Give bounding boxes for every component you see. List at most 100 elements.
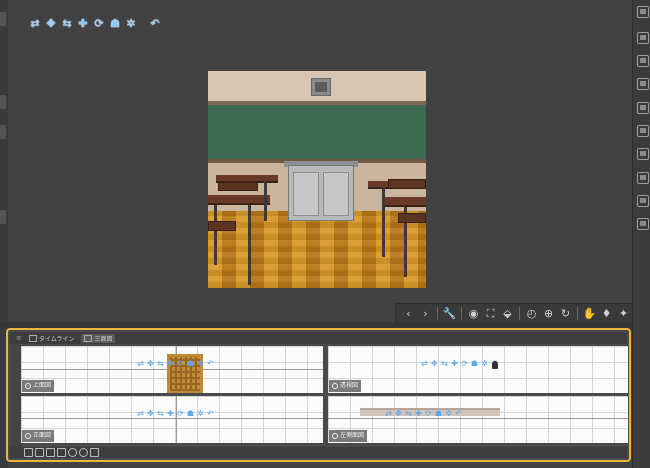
slide-icon[interactable]: ⇆	[156, 409, 165, 419]
bulb-icon[interactable]: ♦	[598, 305, 615, 322]
pose-icon[interactable]: ☗	[186, 409, 195, 419]
settings-icon[interactable]: ✲	[196, 359, 205, 369]
prev-icon[interactable]: ‹	[400, 305, 417, 322]
undo-icon[interactable]: ↶	[148, 17, 162, 31]
palette-side-strip	[10, 344, 21, 447]
palette-bottom-bar	[10, 447, 627, 458]
desk-right	[384, 197, 426, 207]
command-icon[interactable]	[637, 125, 649, 137]
move-camera-icon[interactable]: ⇄	[384, 409, 393, 419]
palette-menu-icon[interactable]: ≡	[16, 334, 22, 342]
scale-icon[interactable]: ⟳	[460, 359, 469, 369]
hand-icon[interactable]: ✋	[581, 305, 598, 322]
move-camera-icon[interactable]: ⇄	[136, 409, 145, 419]
tab-timeline[interactable]: タイムライン	[26, 334, 78, 343]
pane-perspective-view[interactable]: ⇄✥⇆✚⟳☗✲↶ 透視図	[328, 346, 628, 393]
pane-object-toolbar: ⇄✥⇆✚⟳☗✲↶	[136, 359, 215, 369]
command-icon[interactable]	[637, 148, 649, 160]
settings-icon[interactable]: ✲	[480, 359, 489, 369]
pan-icon[interactable]: ✥	[394, 409, 403, 419]
desk-leg	[248, 205, 251, 285]
camera-toggle-icon[interactable]	[25, 383, 31, 389]
pose-icon[interactable]: ☗	[470, 359, 479, 369]
pose-icon[interactable]: ☗	[434, 409, 443, 419]
axis-line	[328, 418, 628, 419]
camera-toggle-icon[interactable]	[25, 433, 31, 439]
next-icon[interactable]: ›	[417, 305, 434, 322]
reset-icon[interactable]	[79, 448, 88, 457]
rotate-icon[interactable]: ✚	[414, 409, 423, 419]
command-icon[interactable]	[637, 195, 649, 207]
zoom-icon[interactable]: ⊕	[540, 305, 557, 322]
tab-three-view[interactable]: 三面図	[81, 333, 116, 343]
camera-icon[interactable]	[57, 448, 66, 457]
settings-icon[interactable]: ✲	[196, 409, 205, 419]
undo-icon[interactable]: ↶	[206, 359, 215, 369]
pose-icon[interactable]: ☗	[108, 17, 122, 31]
pane-label-perspective: 透視図	[329, 380, 362, 392]
move-camera-icon[interactable]: ⇄	[136, 359, 145, 369]
scale-icon[interactable]: ⟳	[176, 409, 185, 419]
rotate-icon[interactable]: ✚	[76, 17, 90, 31]
3d-classroom-scene[interactable]	[208, 71, 426, 288]
command-icon[interactable]	[637, 172, 649, 184]
left-handle[interactable]	[0, 210, 6, 224]
target-icon[interactable]	[46, 448, 55, 457]
slide-icon[interactable]: ⇆	[404, 409, 413, 419]
pane-side-view[interactable]: ⇄ ✥ ⇆ ✚ ⟳ ☗ ✲ ↶ 左側面図	[328, 396, 628, 443]
tab-label: 三面図	[94, 335, 113, 343]
camera-toggle-icon[interactable]	[332, 433, 338, 439]
undo-icon[interactable]: ↶	[206, 409, 215, 419]
left-handle[interactable]	[0, 12, 6, 26]
command-icon[interactable]	[637, 55, 649, 67]
move-camera-icon[interactable]: ⇄	[28, 17, 42, 31]
split-view-icon[interactable]	[35, 448, 44, 457]
command-icon[interactable]	[637, 218, 649, 230]
sync-icon[interactable]	[68, 448, 77, 457]
rotate-icon[interactable]: ✚	[166, 359, 175, 369]
pan-icon[interactable]: ✥	[146, 409, 155, 419]
scale-icon[interactable]: ⟳	[176, 359, 185, 369]
command-icon[interactable]	[637, 6, 649, 18]
slide-icon[interactable]: ⇆	[440, 359, 449, 369]
slide-icon[interactable]: ⇆	[156, 359, 165, 369]
undo-icon[interactable]: ↶	[454, 409, 463, 419]
command-icon[interactable]	[637, 78, 649, 90]
pane-top-view[interactable]: ⇄ ✥ ⇆ ✚ ⟳ ☗ ✲ ↶ 上面図	[21, 346, 323, 393]
command-icon[interactable]	[637, 32, 649, 44]
figure-marker[interactable]	[492, 361, 498, 369]
pane-front-view[interactable]: ⇄ ✥ ⇆ ✚ ⟳ ☗ ✲ ↶ 正面図	[21, 396, 323, 443]
move-camera-icon[interactable]: ⇄	[420, 359, 429, 369]
pin-icon[interactable]	[90, 448, 99, 457]
scale-icon[interactable]: ⟳	[92, 17, 106, 31]
pan-icon[interactable]: ✥	[146, 359, 155, 369]
pane-label-text: 正面図	[33, 432, 52, 439]
slide-icon[interactable]: ⇆	[60, 17, 74, 31]
chair-left-front	[208, 221, 236, 231]
axis-line	[176, 396, 177, 443]
pose-icon[interactable]: ☗	[186, 359, 195, 369]
rotate-icon[interactable]: ✚	[450, 359, 459, 369]
left-handle[interactable]	[0, 95, 6, 109]
left-handle[interactable]	[0, 125, 6, 139]
pane-object-toolbar: ⇄✥⇆✚⟳☗✲↶	[384, 409, 463, 419]
ground-icon[interactable]: ⬙	[499, 305, 516, 322]
camera-icon[interactable]: ◉	[465, 305, 482, 322]
parquet-floor	[208, 211, 426, 288]
layout-grid-icon[interactable]	[24, 448, 33, 457]
camera-toggle-icon[interactable]	[332, 383, 338, 389]
clock-icon[interactable]: ◴	[523, 305, 540, 322]
pan-icon[interactable]: ✥	[430, 359, 439, 369]
settings-icon[interactable]: ✲	[444, 409, 453, 419]
wand-icon[interactable]: ✦	[615, 305, 632, 322]
pan-icon[interactable]: ✥	[44, 17, 58, 31]
rotate-view-icon[interactable]: ↻	[557, 305, 574, 322]
fit-icon[interactable]: ⛶	[482, 305, 499, 322]
settings-icon[interactable]: ✲	[124, 17, 138, 31]
three-view-icon	[84, 334, 93, 342]
wrench-icon[interactable]: 🔧	[441, 305, 458, 322]
command-icon[interactable]	[637, 102, 649, 114]
viewport-control-bar: ‹ › 🔧 ◉ ⛶ ⬙ ◴ ⊕ ↻ ✋ ♦ ✦	[395, 303, 637, 323]
scale-icon[interactable]: ⟳	[424, 409, 433, 419]
rotate-icon[interactable]: ✚	[166, 409, 175, 419]
